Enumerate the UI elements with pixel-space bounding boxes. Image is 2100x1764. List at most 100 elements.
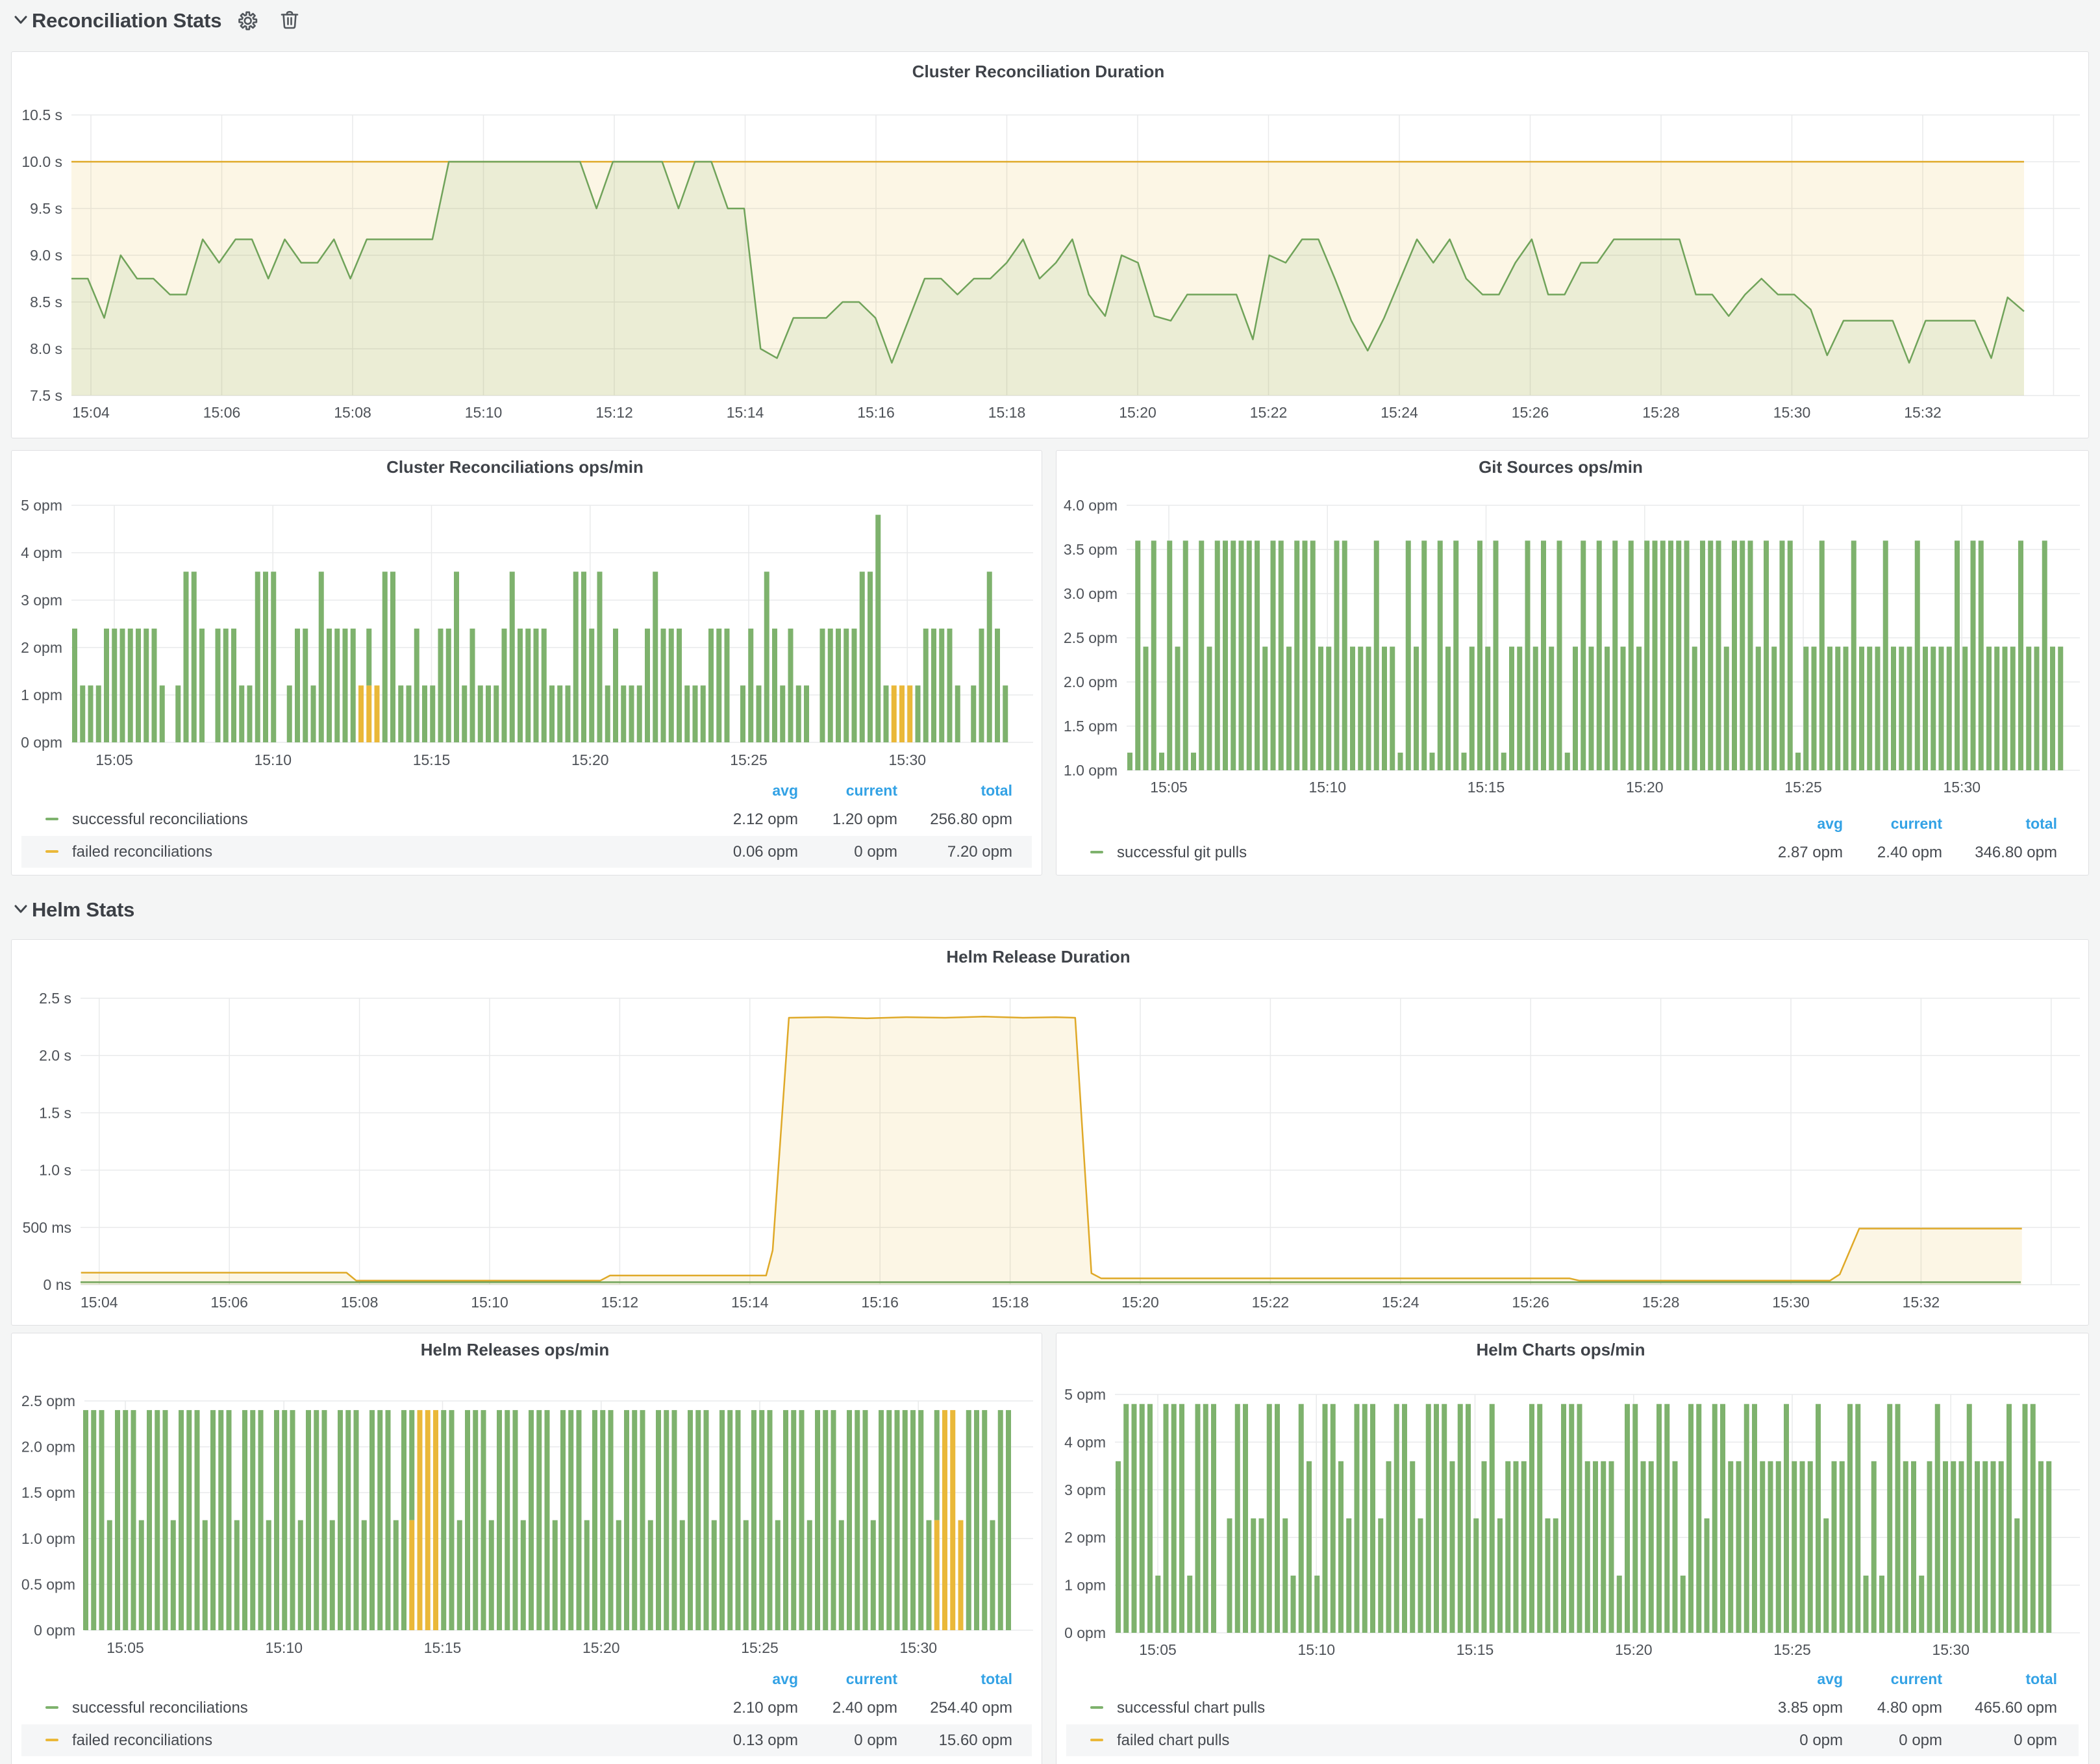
svg-text:15:06: 15:06 [203,404,241,421]
svg-text:current: current [846,782,898,799]
svg-text:8.5 s: 8.5 s [30,294,62,310]
svg-text:8.0 s: 8.0 s [30,340,62,357]
svg-text:0.06 opm: 0.06 opm [733,843,798,861]
svg-text:failed chart pulls: failed chart pulls [1117,1732,1229,1749]
svg-text:current: current [1891,1670,1943,1687]
svg-text:10.5 s: 10.5 s [21,107,62,123]
svg-text:15:10: 15:10 [254,751,292,768]
svg-text:15:28: 15:28 [1642,404,1680,421]
svg-text:15:24: 15:24 [1381,404,1418,421]
svg-text:15:22: 15:22 [1252,1294,1290,1311]
svg-text:15:28: 15:28 [1642,1294,1680,1311]
svg-text:2.12 opm: 2.12 opm [733,811,798,828]
svg-text:0.13 opm: 0.13 opm [733,1732,798,1749]
svg-text:1.0 s: 1.0 s [39,1162,71,1179]
svg-text:successful reconciliations: successful reconciliations [72,811,248,828]
svg-text:15.60 opm: 15.60 opm [939,1732,1012,1749]
svg-text:254.40 opm: 254.40 opm [930,1699,1012,1717]
svg-text:15:25: 15:25 [741,1639,779,1656]
svg-text:Helm Release Duration: Helm Release Duration [946,947,1130,966]
svg-text:15:05: 15:05 [1139,1641,1177,1658]
svg-text:15:10: 15:10 [471,1294,508,1311]
svg-text:3.5 opm: 3.5 opm [1064,541,1118,558]
svg-text:15:15: 15:15 [1456,1641,1494,1658]
svg-text:1.0 opm: 1.0 opm [1064,762,1118,779]
svg-text:0 opm: 0 opm [34,1622,75,1639]
svg-text:4 opm: 4 opm [1064,1433,1106,1450]
svg-text:15:30: 15:30 [1772,1294,1810,1311]
svg-text:15:15: 15:15 [424,1639,462,1656]
svg-text:0.5 opm: 0.5 opm [21,1576,75,1593]
svg-text:total: total [2025,1670,2057,1687]
svg-text:15:14: 15:14 [727,404,764,421]
svg-text:2.5 s: 2.5 s [39,990,71,1007]
svg-text:9.0 s: 9.0 s [30,247,62,264]
svg-text:7.20 opm: 7.20 opm [947,843,1012,861]
svg-text:0 opm: 0 opm [854,1732,897,1749]
svg-text:1.20 opm: 1.20 opm [832,811,897,828]
svg-text:15:32: 15:32 [1904,404,1942,421]
svg-text:1.5 s: 1.5 s [39,1104,71,1121]
svg-text:15:18: 15:18 [992,1294,1029,1311]
svg-text:3 opm: 3 opm [1064,1481,1106,1498]
svg-text:5 opm: 5 opm [1064,1386,1106,1403]
svg-text:15:05: 15:05 [106,1639,144,1656]
svg-text:4 opm: 4 opm [21,544,62,561]
svg-text:0 ns: 0 ns [44,1276,71,1293]
svg-text:1.5 opm: 1.5 opm [1064,718,1118,735]
svg-text:2 opm: 2 opm [21,639,62,656]
svg-text:Cluster Reconciliation Duratio: Cluster Reconciliation Duration [912,62,1165,81]
svg-text:4.0 opm: 4.0 opm [1064,497,1118,514]
svg-text:1 opm: 1 opm [21,687,62,703]
svg-text:current: current [846,1670,898,1687]
svg-text:15:15: 15:15 [413,751,451,768]
svg-text:2.40 opm: 2.40 opm [1877,844,1942,861]
svg-text:1.0 opm: 1.0 opm [21,1530,75,1547]
svg-text:0 opm: 0 opm [854,843,897,861]
svg-text:1.5 opm: 1.5 opm [21,1484,75,1501]
svg-text:500 ms: 500 ms [23,1219,71,1236]
svg-text:avg: avg [1817,1670,1843,1687]
svg-text:15:30: 15:30 [888,751,926,768]
svg-text:0 opm: 0 opm [1899,1732,1942,1749]
svg-text:15:30: 15:30 [1932,1641,1969,1658]
svg-text:15:04: 15:04 [81,1294,118,1311]
svg-text:15:05: 15:05 [1150,779,1188,796]
svg-text:15:06: 15:06 [210,1294,248,1311]
svg-text:7.5 s: 7.5 s [30,387,62,404]
svg-text:2.10 opm: 2.10 opm [733,1699,798,1717]
svg-text:avg: avg [772,782,798,799]
svg-text:15:20: 15:20 [571,751,609,768]
svg-text:15:26: 15:26 [1512,404,1549,421]
svg-text:successful chart pulls: successful chart pulls [1117,1699,1265,1717]
svg-text:15:25: 15:25 [1784,779,1822,796]
svg-text:15:22: 15:22 [1250,404,1288,421]
svg-text:15:10: 15:10 [1308,779,1346,796]
svg-text:2.0 opm: 2.0 opm [21,1439,75,1455]
svg-text:15:08: 15:08 [341,1294,379,1311]
svg-text:465.60 opm: 465.60 opm [1975,1699,2057,1717]
svg-text:15:12: 15:12 [595,404,633,421]
svg-text:15:14: 15:14 [731,1294,769,1311]
svg-text:2.87 opm: 2.87 opm [1778,844,1843,861]
svg-text:5 opm: 5 opm [21,497,62,514]
svg-text:2.0 s: 2.0 s [39,1047,71,1064]
svg-text:15:25: 15:25 [1773,1641,1811,1658]
svg-text:10.0 s: 10.0 s [21,153,62,170]
svg-text:4.80 opm: 4.80 opm [1877,1699,1942,1717]
svg-text:avg: avg [772,1670,798,1687]
svg-text:15:26: 15:26 [1512,1294,1549,1311]
svg-text:0 opm: 0 opm [21,734,62,751]
svg-text:9.5 s: 9.5 s [30,200,62,217]
svg-text:3.85 opm: 3.85 opm [1778,1699,1843,1717]
svg-text:total: total [2025,815,2057,832]
svg-text:15:24: 15:24 [1382,1294,1419,1311]
svg-text:3.0 opm: 3.0 opm [1064,585,1118,602]
svg-text:15:20: 15:20 [1615,1641,1653,1658]
svg-text:1 opm: 1 opm [1064,1577,1106,1594]
svg-text:current: current [1891,815,1943,832]
svg-text:Git Sources ops/min: Git Sources ops/min [1479,457,1643,477]
svg-text:0 opm: 0 opm [1799,1732,1843,1749]
svg-text:15:20: 15:20 [1119,404,1156,421]
svg-text:15:20: 15:20 [582,1639,620,1656]
